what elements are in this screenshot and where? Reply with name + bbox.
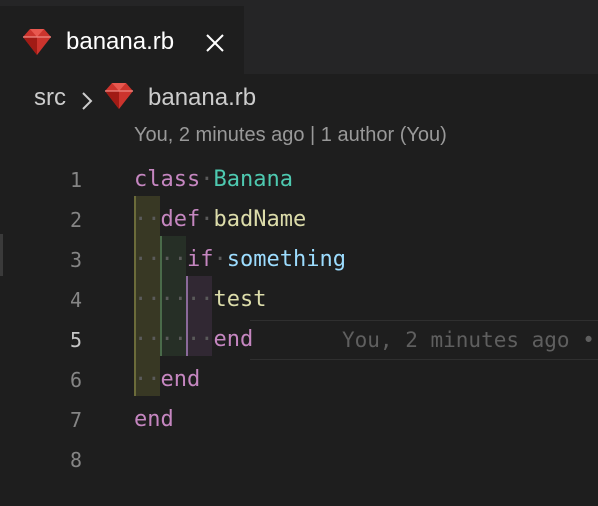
- code-line[interactable]: 3 ····if·something: [0, 240, 598, 280]
- code-line[interactable]: 7 end: [0, 400, 598, 440]
- code-text: end: [134, 400, 174, 440]
- code-line[interactable]: 2 ··def·badName: [0, 200, 598, 240]
- inline-blame: You, 2 minutes ago •: [342, 328, 595, 352]
- ruby-icon: [22, 28, 52, 60]
- code-token: test: [213, 287, 267, 312]
- line-number: 1: [69, 168, 82, 192]
- code-token: def: [160, 207, 201, 232]
- chevron-right-icon: [80, 90, 94, 116]
- code-text: ······test: [134, 280, 266, 320]
- code-token: badName: [213, 207, 307, 232]
- code-token: class: [134, 167, 201, 192]
- line-number: 2: [69, 208, 82, 232]
- tab-banana-rb[interactable]: banana.rb: [0, 6, 244, 74]
- breadcrumb: src banana.rb: [0, 78, 598, 118]
- tab-filename: banana.rb: [66, 28, 175, 55]
- code-line[interactable]: 8: [0, 440, 598, 480]
- breadcrumb-file[interactable]: banana.rb: [148, 84, 256, 112]
- line-number: 7: [69, 408, 82, 432]
- line-number: 6: [69, 368, 82, 392]
- code-token: something: [226, 247, 346, 272]
- code-text: ····if·something: [134, 240, 346, 280]
- whitespace-marker: ·: [200, 167, 214, 192]
- ruby-icon: [104, 82, 134, 114]
- code-token: Banana: [213, 167, 293, 192]
- code-text: ··def·badName: [134, 200, 306, 240]
- whitespace-marker: ··: [134, 207, 161, 232]
- whitespace-marker: ·: [200, 207, 214, 232]
- code-token: end: [134, 407, 174, 432]
- close-icon[interactable]: [204, 32, 226, 54]
- code-text: class·Banana: [134, 160, 293, 200]
- code-token: end: [213, 327, 254, 352]
- line-number: 4: [69, 288, 82, 312]
- whitespace-marker: ····: [134, 247, 187, 272]
- code-line[interactable]: 6 ··end: [0, 360, 598, 400]
- code-token: if: [186, 247, 214, 272]
- code-line[interactable]: 1 class·Banana: [0, 160, 598, 200]
- whitespace-marker: ··: [134, 367, 161, 392]
- line-number: 5: [69, 328, 82, 352]
- code-text: ··end: [134, 360, 200, 400]
- line-number: 3: [69, 248, 82, 272]
- line-number: 8: [69, 448, 82, 472]
- code-line[interactable]: 4 ······test: [0, 280, 598, 320]
- code-text: ······end: [134, 320, 253, 360]
- codelens-blame[interactable]: You, 2 minutes ago | 1 author (You): [134, 124, 447, 147]
- code-token: end: [160, 367, 201, 392]
- whitespace-marker: ······: [134, 327, 214, 352]
- breadcrumb-folder[interactable]: src: [34, 84, 66, 112]
- whitespace-marker: ·: [213, 247, 227, 272]
- whitespace-marker: ······: [134, 287, 214, 312]
- tab-bar: banana.rb: [0, 0, 598, 74]
